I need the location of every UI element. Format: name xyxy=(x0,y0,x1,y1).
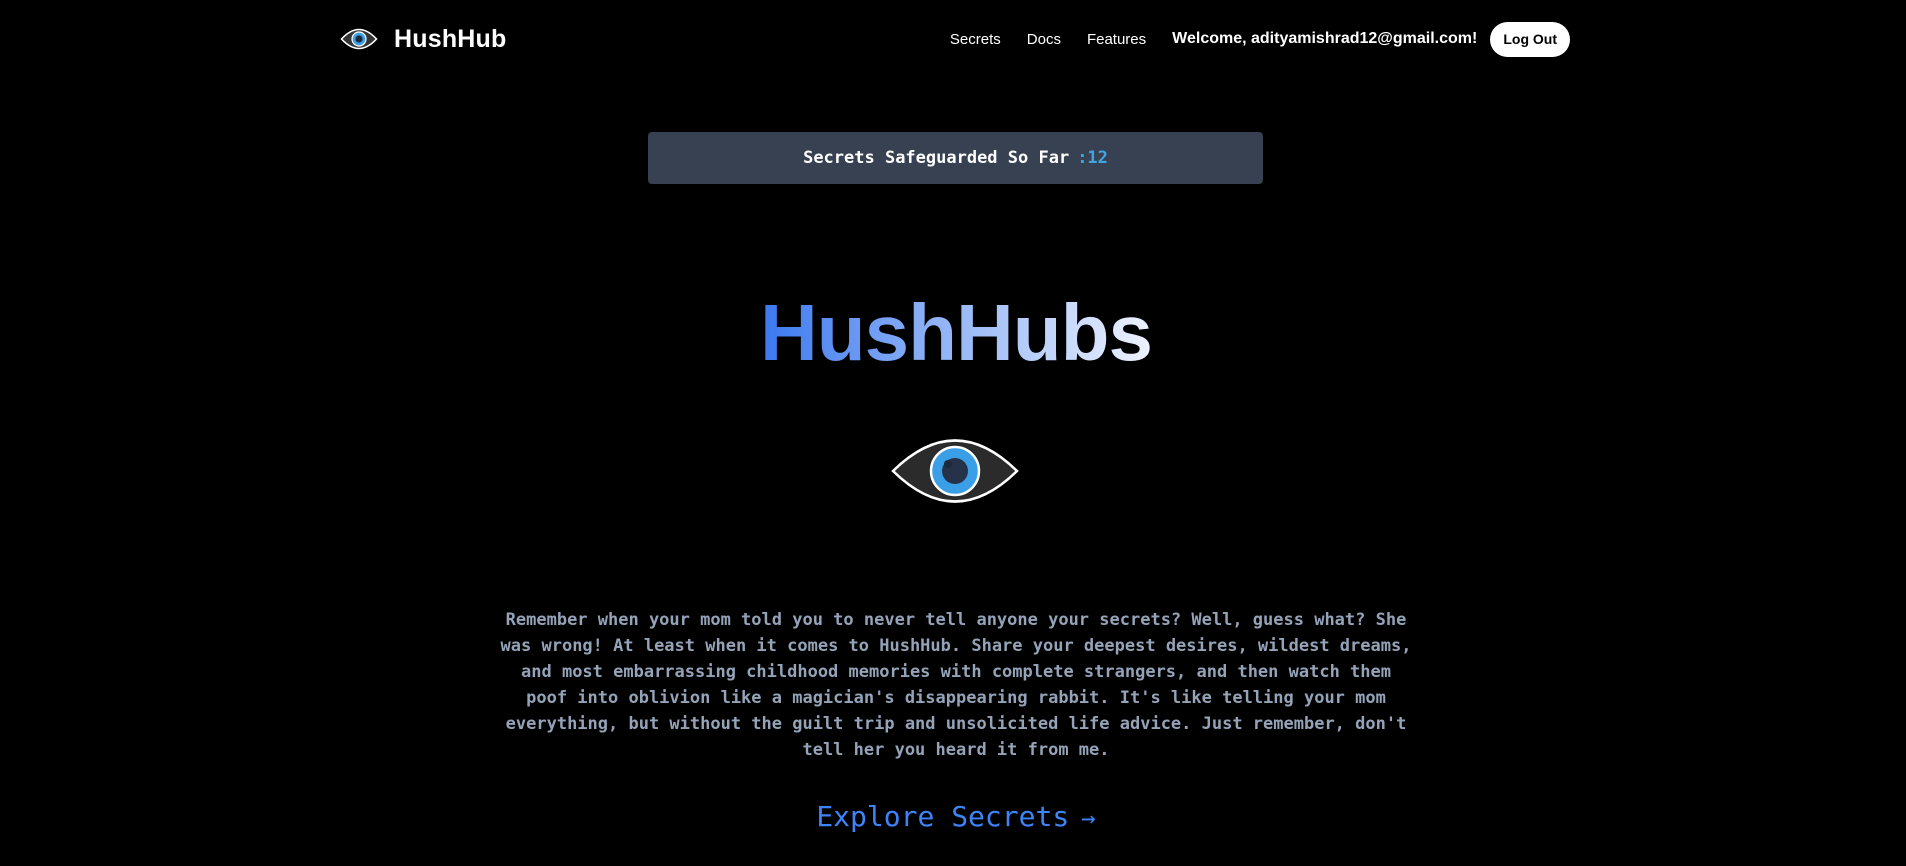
brand-link[interactable]: HushHub xyxy=(340,25,507,54)
hero-title: HushHubs xyxy=(0,293,1906,373)
counter-label: Secrets Safeguarded So Far xyxy=(803,148,1070,168)
counter-value: :12 xyxy=(1077,148,1108,168)
page: HushHub Secrets Docs Features Welcome, a… xyxy=(0,0,1906,866)
eye-icon xyxy=(891,439,1019,503)
nav-link-docs[interactable]: Docs xyxy=(1027,31,1061,48)
hero-description: Remember when your mom told you to never… xyxy=(500,610,1412,760)
brand-name: HushHub xyxy=(394,24,507,53)
eye-icon xyxy=(340,28,378,50)
logout-button[interactable]: Log Out xyxy=(1490,21,1570,57)
navbar: HushHub Secrets Docs Features Welcome, a… xyxy=(340,18,1570,60)
nav-link-secrets[interactable]: Secrets xyxy=(950,31,1001,48)
cta-label: Explore Secrets xyxy=(816,800,1070,833)
arrow-right-icon: → xyxy=(1081,804,1096,832)
welcome-message: Welcome, adityamishrad12@gmail.com! xyxy=(1172,30,1478,47)
nav-menu: Secrets Docs Features Welcome, adityamis… xyxy=(950,21,1570,57)
hero-title-text: HushHubs xyxy=(760,288,1153,377)
nav-link-features[interactable]: Features xyxy=(1087,31,1146,48)
explore-secrets-link[interactable]: Explore Secrets → xyxy=(0,800,1906,833)
secrets-counter-banner: Secrets Safeguarded So Far :12 xyxy=(648,132,1263,184)
